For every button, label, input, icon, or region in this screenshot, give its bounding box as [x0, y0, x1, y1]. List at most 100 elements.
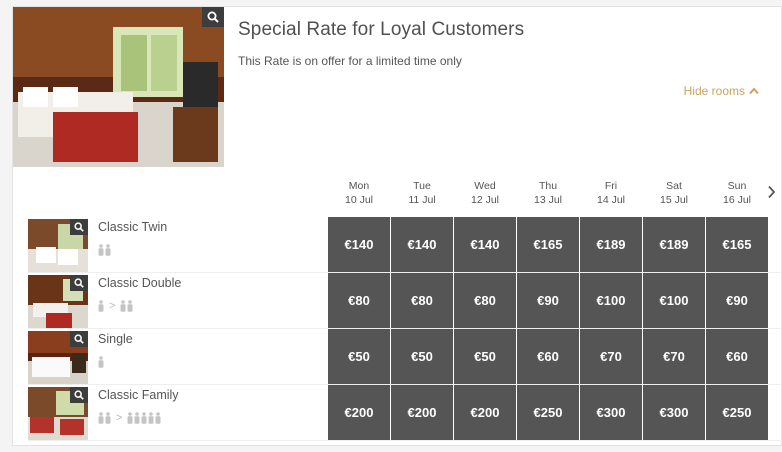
date-day: Sat — [666, 180, 682, 192]
price-cell[interactable]: €250 — [706, 385, 768, 440]
zoom-button[interactable] — [202, 7, 224, 27]
occupancy-group — [98, 244, 111, 256]
price-cell[interactable]: €50 — [454, 329, 516, 384]
chevron-right-icon — [767, 185, 775, 199]
date-date: 16 Jul — [722, 194, 752, 206]
room-name[interactable]: Classic Twin — [98, 220, 167, 234]
date-day: Sun — [727, 180, 747, 192]
occupancy — [98, 355, 104, 369]
price-cell[interactable]: €80 — [454, 273, 516, 328]
chevron-up-icon — [749, 87, 759, 95]
price-cell[interactable]: €189 — [643, 217, 705, 272]
date-day: Fri — [604, 180, 618, 192]
price-cell[interactable]: €300 — [580, 385, 642, 440]
room-thumbnail[interactable] — [28, 331, 88, 384]
price-cell[interactable]: €300 — [643, 385, 705, 440]
zoom-button[interactable] — [70, 387, 88, 403]
price-cell[interactable]: €50 — [391, 329, 453, 384]
hide-rooms-label: Hide rooms — [683, 84, 745, 98]
zoom-button[interactable] — [70, 219, 88, 235]
date-header: Mon 10 Jul — [328, 179, 390, 207]
price-cell[interactable]: €90 — [706, 273, 768, 328]
offer-title: Special Rate for Loyal Customers — [238, 19, 525, 40]
price-cell[interactable]: €189 — [580, 217, 642, 272]
room-name[interactable]: Classic Family — [98, 388, 179, 402]
date-header: Sun 16 Jul — [706, 179, 768, 207]
offer-subtitle: This Rate is on offer for a limited time… — [238, 54, 462, 68]
price-cell[interactable]: €70 — [643, 329, 705, 384]
occupancy-group — [127, 412, 161, 424]
price-cell[interactable]: €70 — [580, 329, 642, 384]
price-cell[interactable]: €90 — [517, 273, 579, 328]
person-icon — [134, 412, 140, 424]
person-icon — [98, 412, 104, 424]
person-icon — [120, 300, 126, 312]
date-header: Tue 11 Jul — [391, 179, 453, 207]
room-name[interactable]: Single — [98, 332, 133, 346]
price-cell[interactable]: €60 — [517, 329, 579, 384]
date-header: Fri 14 Jul — [580, 179, 642, 207]
magnifier-icon — [207, 11, 219, 23]
date-date: 11 Jul — [408, 194, 436, 206]
price-cell[interactable]: €100 — [580, 273, 642, 328]
occupancy-group — [98, 300, 104, 312]
date-day: Thu — [538, 180, 558, 192]
room-photo-image — [13, 7, 224, 167]
zoom-button[interactable] — [70, 275, 88, 291]
occupancy: > — [98, 299, 133, 313]
price-cell[interactable]: €200 — [328, 385, 390, 440]
person-icon — [148, 412, 154, 424]
zoom-button[interactable] — [70, 331, 88, 347]
room-thumbnail[interactable] — [28, 387, 88, 440]
date-date: 15 Jul — [659, 194, 689, 206]
price-cell[interactable]: €100 — [643, 273, 705, 328]
price-cell[interactable]: €200 — [454, 385, 516, 440]
person-icon — [105, 244, 111, 256]
price-cell[interactable]: €50 — [328, 329, 390, 384]
occupancy-group — [98, 412, 111, 424]
hide-rooms-link[interactable]: Hide rooms — [684, 84, 759, 98]
occupancy-group — [98, 356, 104, 368]
magnifier-icon — [74, 390, 84, 400]
occupancy-range-separator: > — [109, 300, 116, 312]
magnifier-icon — [74, 278, 84, 288]
date-header: Wed 12 Jul — [454, 179, 516, 207]
date-day: Mon — [348, 180, 370, 192]
occupancy-group — [120, 300, 133, 312]
date-header: Sat 15 Jul — [643, 179, 705, 207]
date-day: Wed — [474, 180, 496, 192]
price-cell[interactable]: €140 — [454, 217, 516, 272]
date-header: Thu 13 Jul — [517, 179, 579, 207]
occupancy-range-separator: > — [116, 412, 123, 424]
room-name[interactable]: Classic Double — [98, 276, 181, 290]
next-dates-button[interactable] — [763, 181, 779, 203]
person-icon — [98, 300, 104, 312]
occupancy — [98, 243, 111, 257]
person-icon — [141, 412, 147, 424]
date-date: 10 Jul — [344, 194, 374, 206]
price-cell[interactable]: €165 — [517, 217, 579, 272]
price-cell[interactable]: €165 — [706, 217, 768, 272]
room-thumbnail[interactable] — [28, 275, 88, 328]
date-date: 14 Jul — [596, 194, 626, 206]
person-icon — [127, 300, 133, 312]
price-cell[interactable]: €60 — [706, 329, 768, 384]
person-icon — [98, 244, 104, 256]
rate-card: Special Rate for Loyal Customers This Ra… — [12, 6, 782, 446]
date-date: 12 Jul — [470, 194, 500, 206]
price-cell[interactable]: €250 — [517, 385, 579, 440]
date-day: Tue — [413, 180, 431, 192]
price-cell[interactable]: €140 — [328, 217, 390, 272]
price-cell[interactable]: €80 — [391, 273, 453, 328]
hotel-room-photo[interactable] — [13, 7, 224, 167]
magnifier-icon — [74, 222, 84, 232]
person-icon — [98, 356, 104, 368]
occupancy: > — [98, 411, 161, 425]
person-icon — [155, 412, 161, 424]
room-thumbnail[interactable] — [28, 219, 88, 272]
magnifier-icon — [74, 334, 84, 344]
price-cell[interactable]: €140 — [391, 217, 453, 272]
price-cell[interactable]: €80 — [328, 273, 390, 328]
price-cell[interactable]: €200 — [391, 385, 453, 440]
person-icon — [105, 412, 111, 424]
